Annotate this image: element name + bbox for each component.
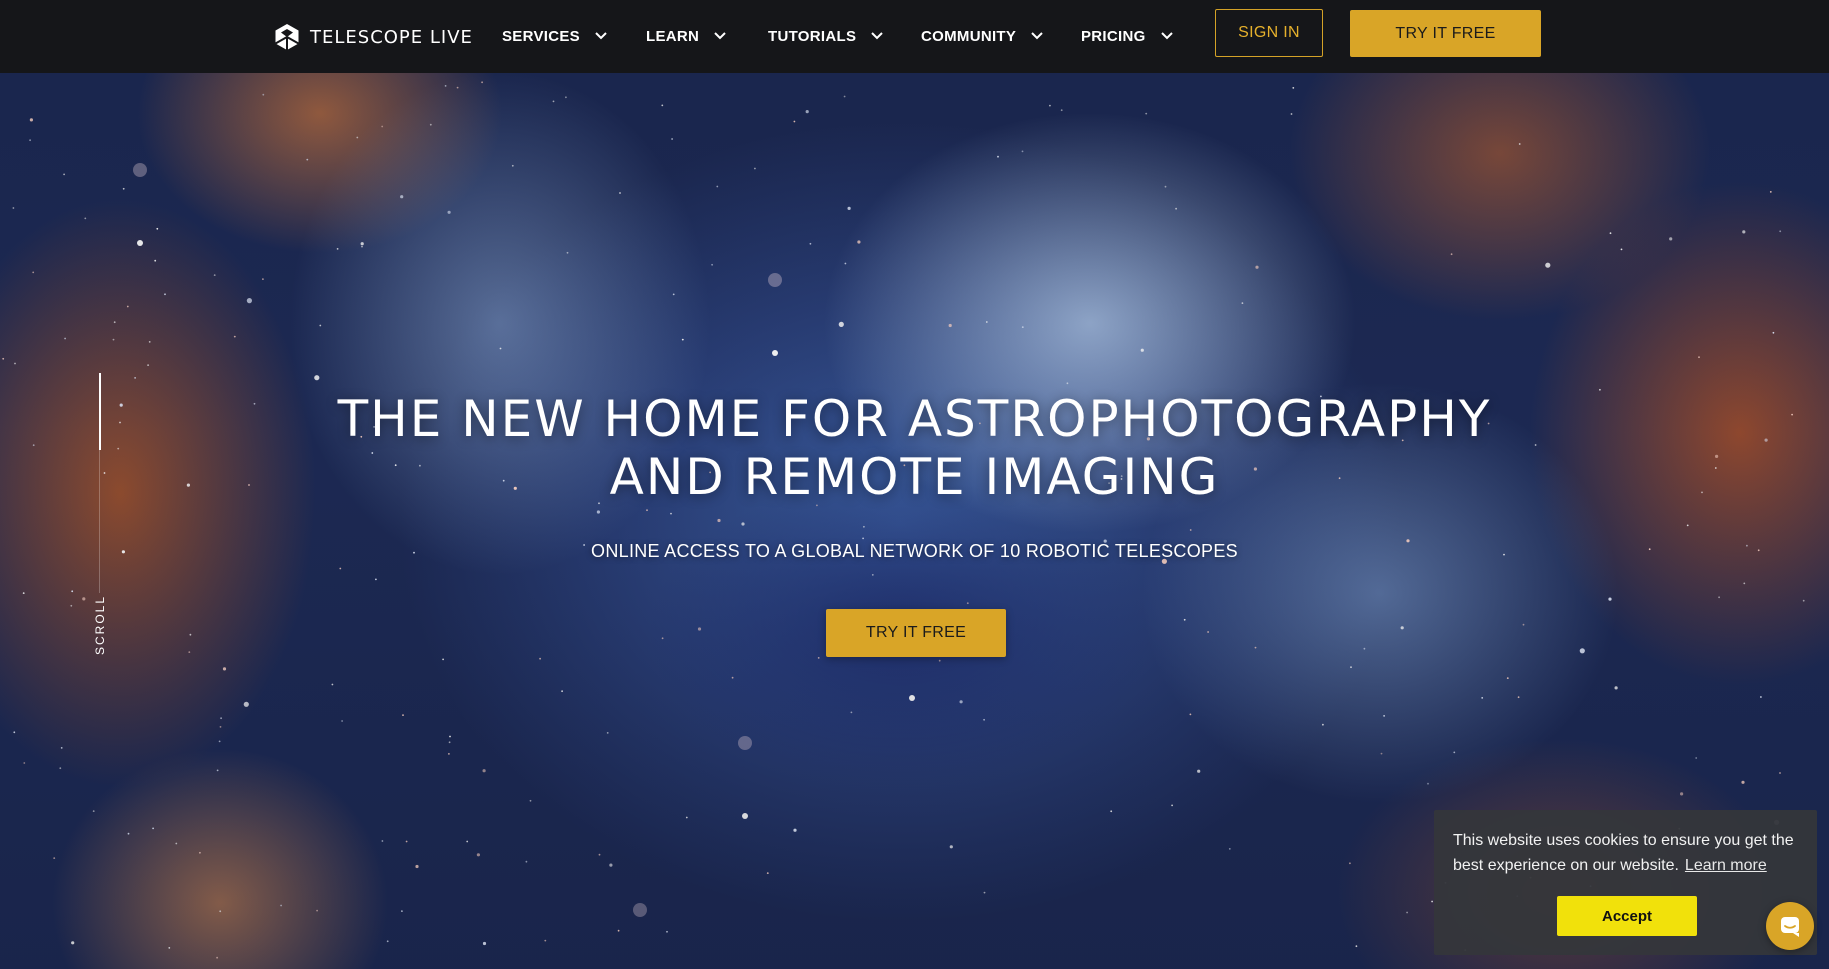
cookie-accept-button[interactable]: Accept	[1557, 896, 1697, 936]
chevron-down-icon	[714, 32, 726, 40]
chevron-down-icon	[1160, 32, 1173, 40]
hero-headline-line-1: THE NEW HOME FOR ASTROPHOTOGRAPHY	[337, 390, 1492, 448]
cookie-banner: This website uses cookies to ensure you …	[1434, 810, 1817, 955]
nav-menu-community[interactable]: COMMUNITY	[921, 24, 1044, 48]
hero-subheadline: ONLINE ACCESS TO A GLOBAL NETWORK OF 10 …	[591, 541, 1238, 561]
sign-in-button[interactable]: SIGN IN	[1215, 9, 1323, 57]
nav-menu-label: TUTORIALS	[768, 27, 857, 45]
scroll-label[interactable]: SCROLL	[93, 595, 107, 655]
chevron-down-icon	[871, 32, 883, 40]
chevron-down-icon	[1031, 32, 1043, 40]
top-navbar: TELESCOPE LIVE SERVICES LEARN TUTORIALS …	[0, 0, 1829, 73]
nav-menu-label: SERVICES	[502, 27, 580, 45]
scroll-progress-fill	[98, 373, 101, 450]
brand-logo-link[interactable]: TELESCOPE LIVE	[274, 19, 473, 55]
try-it-free-hero-button[interactable]: TRY IT FREE	[826, 609, 1006, 657]
brand-name: TELESCOPE LIVE	[310, 26, 473, 48]
nav-menu-services[interactable]: SERVICES	[502, 24, 608, 48]
nav-menu-label: PRICING	[1081, 27, 1146, 45]
telescope-live-logo-icon	[275, 24, 299, 50]
nav-menu-label: COMMUNITY	[921, 27, 1017, 45]
chevron-down-icon	[595, 32, 607, 40]
try-it-free-nav-button[interactable]: TRY IT FREE	[1350, 10, 1541, 57]
nav-menu-tutorials[interactable]: TUTORIALS	[768, 24, 884, 48]
cookie-learn-more-link[interactable]: Learn more	[1685, 857, 1767, 874]
hero-headline: THE NEW HOME FOR ASTROPHOTOGRAPHY AND RE…	[0, 390, 1829, 506]
nav-menu-learn[interactable]: LEARN	[646, 24, 727, 48]
hero-headline-line-2: AND REMOTE IMAGING	[609, 448, 1220, 506]
nav-menu-pricing[interactable]: PRICING	[1081, 24, 1174, 48]
nav-menu-label: LEARN	[646, 27, 700, 45]
scroll-progress-track	[98, 373, 101, 593]
chat-launcher-button[interactable]	[1766, 902, 1814, 950]
chat-bubble-icon	[1781, 917, 1799, 937]
